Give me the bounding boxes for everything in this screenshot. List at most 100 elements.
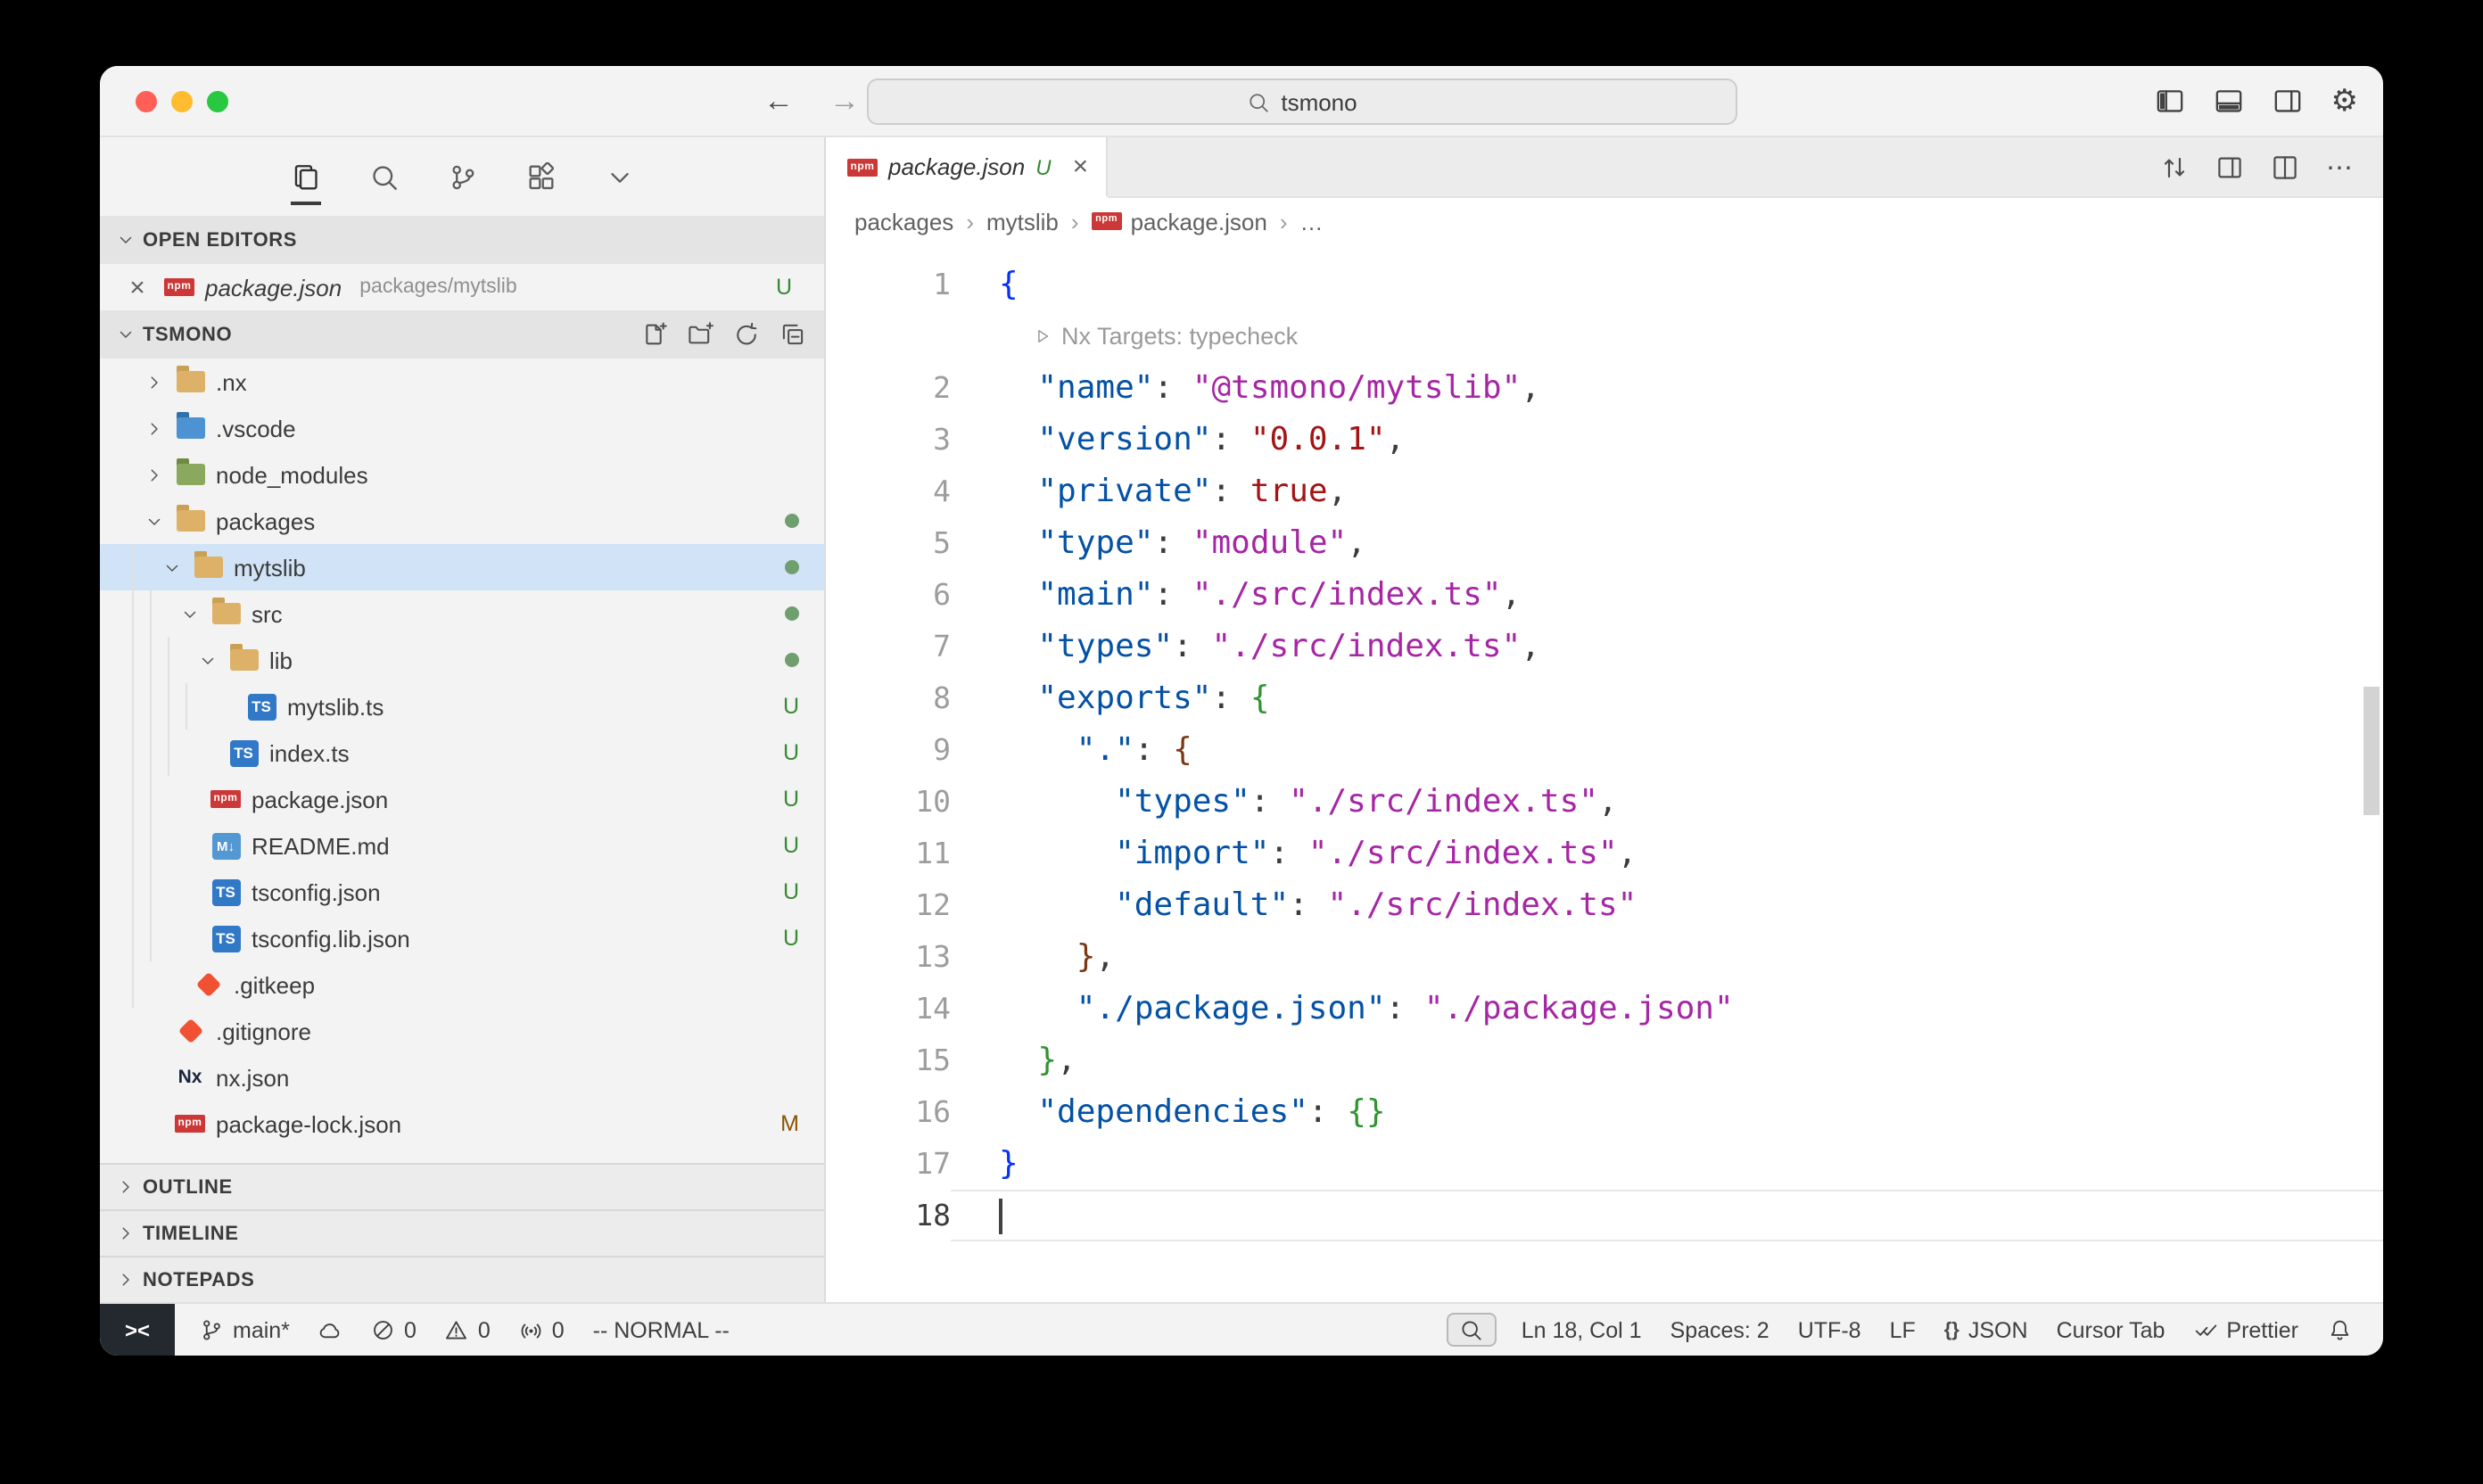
line-number[interactable]: 10 <box>826 776 951 828</box>
minimize-window-button[interactable] <box>171 91 193 112</box>
tree-item-nx[interactable]: .nx <box>100 359 824 405</box>
status-eol[interactable]: LF <box>1876 1314 1930 1346</box>
layout-panel-icon[interactable] <box>2214 86 2244 116</box>
line-number[interactable]: 4 <box>826 466 951 517</box>
forward-button[interactable]: → <box>829 83 860 119</box>
tab-package-json[interactable]: npm package.json U × <box>826 137 1108 196</box>
compare-icon[interactable] <box>2160 153 2189 181</box>
open-editor-item[interactable]: × npm package.json packages/mytslib U <box>100 264 824 310</box>
tree-item-mytslib-ts[interactable]: TSmytslib.tsU <box>100 683 824 730</box>
line-number[interactable]: 6 <box>826 569 951 621</box>
line-number[interactable]: 8 <box>826 672 951 724</box>
status-problems-errors[interactable]: 0 <box>357 1314 431 1346</box>
code-line-6[interactable]: 6 "main": "./src/index.ts", <box>826 569 2383 621</box>
line-number[interactable]: 17 <box>826 1138 951 1190</box>
breadcrumb-item-package-json[interactable]: npmpackage.json <box>1092 207 1267 235</box>
open-editors-header[interactable]: OPEN EDITORS <box>100 216 824 264</box>
activity-search-icon[interactable] <box>368 154 399 199</box>
line-number[interactable]: 16 <box>826 1086 951 1138</box>
section-header-notepads[interactable]: NOTEPADS <box>100 1256 824 1302</box>
line-number[interactable]: 3 <box>826 414 951 466</box>
command-center-search[interactable]: tsmono <box>867 78 1737 125</box>
close-window-button[interactable] <box>136 91 157 112</box>
code-line-8[interactable]: 8 "exports": { <box>826 672 2383 724</box>
code-line-2[interactable]: 2 "name": "@tsmono/mytslib", <box>826 362 2383 414</box>
more-icon[interactable]: ⋯ <box>2326 151 2355 183</box>
breadcrumb-item-packages[interactable]: packages <box>854 208 953 235</box>
code-line-3[interactable]: 3 "version": "0.0.1", <box>826 414 2383 466</box>
refresh-icon[interactable] <box>733 321 760 348</box>
tree-item-gitkeep[interactable]: .gitkeep <box>100 961 824 1008</box>
status-cursor-position[interactable]: Ln 18, Col 1 <box>1507 1314 1656 1346</box>
tree-item-tsconfig-json[interactable]: TStsconfig.jsonU <box>100 869 824 915</box>
status-indentation[interactable]: Spaces: 2 <box>1656 1314 1784 1346</box>
line-number[interactable]: 15 <box>826 1035 951 1086</box>
line-number[interactable]: 11 <box>826 828 951 879</box>
settings-gear-icon[interactable]: ⚙ <box>2331 86 2359 116</box>
tree-item-node-modules[interactable]: node_modules <box>100 451 824 498</box>
status-publish-changes[interactable] <box>304 1315 357 1346</box>
status-zoom[interactable] <box>1448 1313 1497 1348</box>
tree-item-tsconfig-lib-json[interactable]: TStsconfig.lib.jsonU <box>100 915 824 961</box>
tree-item-package-json[interactable]: npmpackage.jsonU <box>100 776 824 822</box>
new-folder-icon[interactable] <box>687 321 714 348</box>
line-number[interactable]: 14 <box>826 983 951 1035</box>
line-number[interactable]: 2 <box>826 362 951 414</box>
code-line-12[interactable]: 12 "default": "./src/index.ts" <box>826 879 2383 931</box>
scrollbar-thumb[interactable] <box>2363 687 2380 815</box>
status-vim-mode[interactable]: -- NORMAL -- <box>579 1314 744 1346</box>
split-editor-icon[interactable] <box>2271 153 2299 181</box>
code-line-5[interactable]: 5 "type": "module", <box>826 517 2383 569</box>
activity-chevron-down-icon[interactable] <box>604 154 634 199</box>
tree-item-lib[interactable]: lib <box>100 637 824 683</box>
new-file-icon[interactable] <box>640 321 667 348</box>
status-formatter[interactable]: Prettier <box>2179 1314 2313 1346</box>
status-problems-warnings[interactable]: 0 <box>431 1314 505 1346</box>
status-git-branch[interactable]: main* <box>186 1314 304 1346</box>
layout-cols-icon[interactable] <box>2215 153 2244 181</box>
code-line-17[interactable]: 17} <box>826 1138 2383 1190</box>
close-tab-icon[interactable]: × <box>1073 152 1089 182</box>
tree-item-gitignore[interactable]: .gitignore <box>100 1008 824 1054</box>
line-number[interactable]: 5 <box>826 517 951 569</box>
line-number[interactable]: 18 <box>826 1190 951 1241</box>
code-line-9[interactable]: 9 ".": { <box>826 724 2383 776</box>
tree-item-readme-md[interactable]: M↓README.mdU <box>100 822 824 869</box>
breadcrumb-item-[interactable]: … <box>1300 208 1324 235</box>
code-line-11[interactable]: 11 "import": "./src/index.ts", <box>826 828 2383 879</box>
tree-item-vscode[interactable]: .vscode <box>100 405 824 451</box>
status-encoding[interactable]: UTF-8 <box>1784 1314 1876 1346</box>
line-number[interactable]: 9 <box>826 724 951 776</box>
tree-item-packages[interactable]: packages <box>100 498 824 544</box>
line-number[interactable]: 13 <box>826 931 951 983</box>
tree-item-nx-json[interactable]: Nxnx.json <box>100 1054 824 1101</box>
code-line-14[interactable]: 14 "./package.json": "./package.json" <box>826 983 2383 1035</box>
status-ports[interactable]: 0 <box>505 1314 579 1346</box>
status-notifications[interactable] <box>2313 1315 2365 1346</box>
codelens-nx-targets[interactable]: Nx Targets: typecheck <box>951 310 1298 362</box>
code-line-4[interactable]: 4 "private": true, <box>826 466 2383 517</box>
line-number[interactable]: 1 <box>826 259 951 310</box>
section-header-outline[interactable]: OUTLINE <box>100 1163 824 1209</box>
code-line-15[interactable]: 15 }, <box>826 1035 2383 1086</box>
breadcrumb-item-mytslib[interactable]: mytslib <box>986 208 1059 235</box>
activity-source-control-icon[interactable] <box>447 154 477 199</box>
line-number[interactable]: 12 <box>826 879 951 931</box>
code-line-1[interactable]: 1{ <box>826 259 2383 310</box>
line-number[interactable]: 7 <box>826 621 951 672</box>
status-language-mode[interactable]: {}JSON <box>1930 1314 2042 1346</box>
code-line-18[interactable]: 18 <box>826 1190 2383 1241</box>
status-cursor-tab[interactable]: Cursor Tab <box>2042 1314 2180 1346</box>
collapse-all-icon[interactable] <box>780 321 806 348</box>
tree-item-package-lock-json[interactable]: npmpackage-lock.jsonM <box>100 1101 824 1147</box>
activity-files-icon[interactable] <box>290 154 320 199</box>
workspace-header[interactable]: TSMONO <box>100 310 824 359</box>
code-line-13[interactable]: 13 }, <box>826 931 2383 983</box>
activity-extensions-icon[interactable] <box>525 154 556 199</box>
tree-item-mytslib[interactable]: mytslib <box>100 544 824 590</box>
code-area[interactable]: 1{Nx Targets: typecheck2 "name": "@tsmon… <box>826 244 2383 1302</box>
tree-item-src[interactable]: src <box>100 590 824 637</box>
code-line-16[interactable]: 16 "dependencies": {} <box>826 1086 2383 1138</box>
layout-sidebar-left-icon[interactable] <box>2155 86 2185 116</box>
code-line-10[interactable]: 10 "types": "./src/index.ts", <box>826 776 2383 828</box>
